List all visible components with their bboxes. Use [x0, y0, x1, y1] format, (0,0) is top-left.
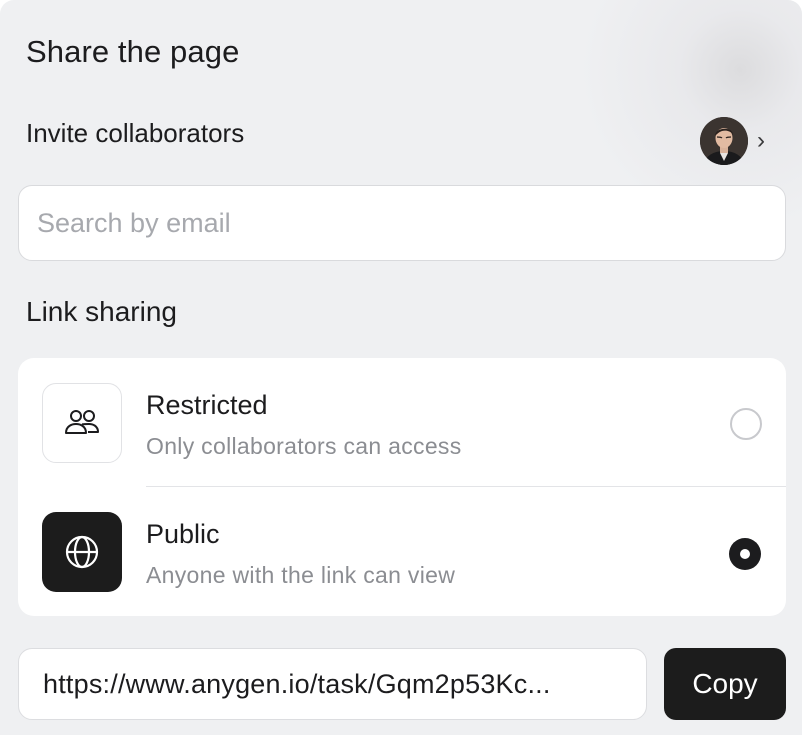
restricted-description: Only collaborators can access [146, 433, 462, 459]
public-radio-selected[interactable] [729, 538, 761, 570]
people-icon [65, 410, 99, 434]
share-link-field[interactable]: https://www.anygen.io/task/Gqm2p53Kc... [18, 648, 647, 720]
restricted-title: Restricted [146, 390, 268, 420]
public-description: Anyone with the link can view [146, 562, 456, 588]
option-restricted[interactable]: Restricted Only collaborators can access [18, 358, 786, 486]
dialog-title: Share the page [26, 34, 240, 69]
share-dialog: Share the page Invite collaborators › Li… [0, 0, 802, 735]
restricted-icon-box [42, 383, 122, 463]
search-email-input[interactable] [18, 185, 786, 261]
chevron-right-icon[interactable]: › [757, 129, 765, 153]
avatar-photo-icon [700, 117, 748, 165]
user-avatar[interactable] [700, 117, 748, 165]
globe-icon [65, 535, 99, 569]
public-title: Public [146, 519, 220, 549]
restricted-radio[interactable] [730, 408, 762, 440]
option-public[interactable]: Public Anyone with the link can view [18, 486, 786, 614]
invite-collaborators-label: Invite collaborators [26, 118, 245, 148]
link-sharing-options: Restricted Only collaborators can access… [18, 358, 786, 616]
copy-link-button[interactable]: Copy [664, 648, 786, 720]
public-icon-box [42, 512, 122, 592]
link-sharing-label: Link sharing [26, 296, 177, 327]
